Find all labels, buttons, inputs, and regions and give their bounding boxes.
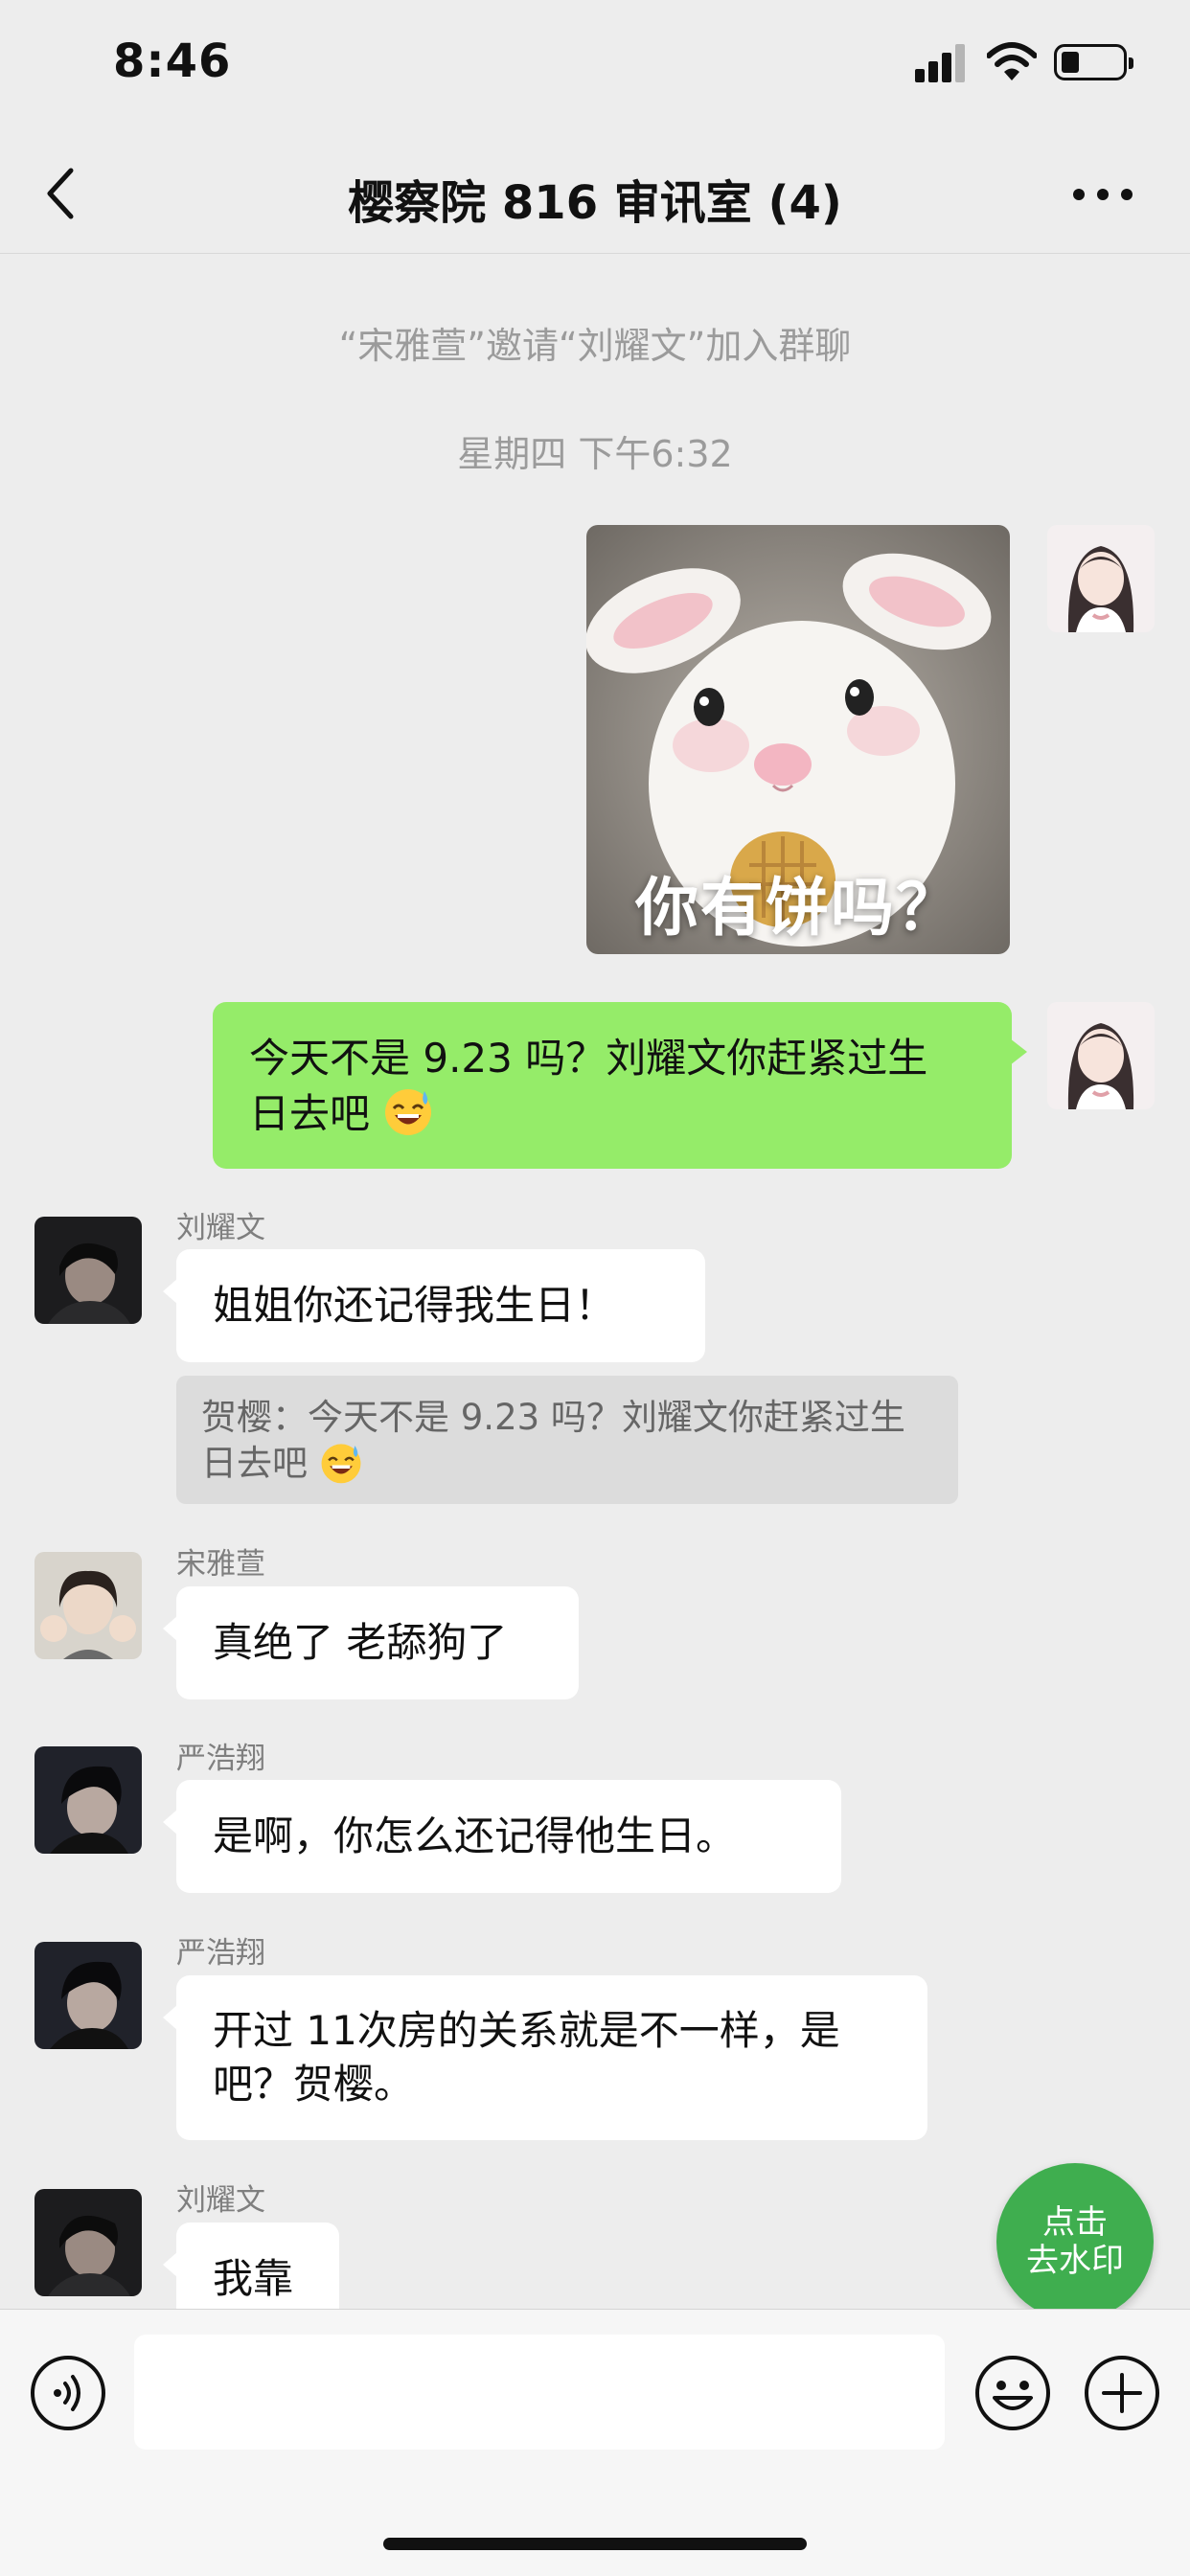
my-message-bubble[interactable]: 今天不是 9.23 吗？刘耀文你赶紧过生 日去吧 (213, 1002, 1027, 1169)
sweat-smile-emoji-icon (321, 1444, 361, 1484)
message-text: 我靠 (213, 2255, 294, 2302)
message-text-line: 今天不是 9.23 吗？刘耀文你赶紧过生 (249, 1035, 928, 1082)
status-time: 8:46 (113, 34, 232, 88)
message-text: 真绝了 老舔狗了 (213, 1619, 508, 1666)
sticker-caption: 你有饼吗？ (635, 871, 961, 945)
sender-name: 刘耀文 (176, 1211, 265, 1245)
quote-text-line: 日去吧 (201, 1441, 933, 1487)
sender-name: 严浩翔 (176, 1742, 265, 1776)
message-text: 是啊，你怎么还记得他生日。 (213, 1812, 737, 1859)
chat-input-bar (0, 2309, 1190, 2576)
home-indicator (383, 2538, 807, 2550)
message-bubble[interactable]: 姐姐你还记得我生日！ (163, 1249, 705, 1362)
status-bar: 8:46 (0, 0, 1190, 134)
my-avatar[interactable] (1047, 525, 1155, 632)
my-avatar[interactable] (1047, 1002, 1155, 1109)
sender-name: 严浩翔 (176, 1936, 265, 1971)
quoted-message[interactable]: 贺樱：今天不是 9.23 吗？刘耀文你赶紧过生 日去吧 (176, 1376, 958, 1504)
chat-header: 樱察院 816 审讯室 (4) (0, 134, 1190, 254)
more-icon[interactable] (1073, 182, 1133, 205)
sticker-image-message[interactable]: 你有饼吗？ (586, 525, 1010, 954)
sender-avatar[interactable] (34, 1217, 142, 1324)
emoji-icon[interactable] (973, 2354, 1052, 2432)
message-text-line: 日去吧 (249, 1085, 975, 1141)
quote-text-line: 贺樱：今天不是 9.23 吗？刘耀文你赶紧过生 (201, 1397, 905, 1438)
message-bubble[interactable]: 我靠 (163, 2223, 339, 2309)
voice-icon[interactable] (29, 2354, 107, 2432)
sweat-smile-emoji-icon (385, 1089, 432, 1135)
system-invite-message: “宋雅萱”邀请“刘耀文”加入群聊 (338, 325, 852, 367)
wifi-icon (987, 42, 1037, 80)
fab-label-line: 点击 (1042, 2203, 1108, 2242)
message-text: 姐姐你还记得我生日！ (213, 1282, 616, 1329)
message-bubble[interactable]: 开过 11次房的关系就是不一样，是 吧？贺樱。 (163, 1975, 927, 2140)
message-text-line: 开过 11次房的关系就是不一样，是 (213, 2007, 840, 2054)
message-bubble[interactable]: 是啊，你怎么还记得他生日。 (163, 1780, 841, 1893)
cellular-signal-icon (915, 42, 971, 82)
battery-icon (1054, 44, 1133, 80)
chat-title: 樱察院 816 审讯室 (4) (348, 176, 842, 230)
message-input[interactable] (134, 2335, 945, 2450)
message-bubble[interactable]: 真绝了 老舔狗了 (163, 1586, 579, 1699)
message-text-line: 吧？贺樱。 (213, 2061, 415, 2108)
sender-avatar[interactable] (34, 1746, 142, 1854)
sender-avatar[interactable] (34, 1942, 142, 2049)
remove-watermark-button[interactable]: 点击 去水印 (996, 2163, 1154, 2320)
fab-label-line: 去水印 (1026, 2242, 1124, 2280)
chat-timestamp: 星期四 下午6:32 (457, 433, 733, 475)
sender-avatar[interactable] (34, 2189, 142, 2296)
sender-name: 刘耀文 (176, 2183, 265, 2218)
sender-name: 宋雅萱 (176, 1547, 265, 1582)
sender-avatar[interactable] (34, 1552, 142, 1659)
plus-icon[interactable] (1083, 2354, 1161, 2432)
